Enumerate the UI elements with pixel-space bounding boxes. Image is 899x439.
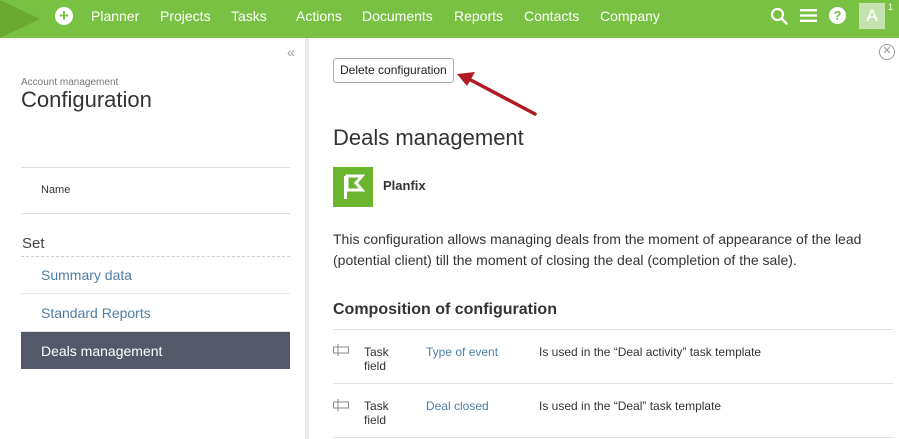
plus-icon[interactable]: +: [55, 7, 73, 25]
collapse-sidebar-icon[interactable]: «: [287, 45, 295, 59]
close-icon[interactable]: ✕: [879, 44, 895, 60]
sidebar-item-deals-management[interactable]: Deals management: [21, 332, 290, 369]
avatar[interactable]: A: [859, 3, 885, 29]
arrow-annotation-icon: [457, 72, 537, 116]
row-link-type-of-event[interactable]: Type of event: [426, 345, 498, 359]
top-navigation-bar: + Planner Projects Tasks Actions Documen…: [0, 0, 899, 38]
divider: [333, 437, 893, 438]
notification-badge: 1: [888, 2, 894, 12]
nav-projects[interactable]: Projects: [160, 7, 211, 25]
nav-documents[interactable]: Documents: [362, 7, 433, 25]
row-link-deal-closed[interactable]: Deal closed: [426, 399, 489, 413]
help-icon[interactable]: ?: [829, 7, 846, 24]
back-chevron[interactable]: [0, 0, 40, 38]
sidebar-item-summary-data[interactable]: Summary data: [21, 256, 290, 294]
nav-reports[interactable]: Reports: [454, 7, 503, 25]
delete-configuration-button[interactable]: Delete configuration: [333, 58, 454, 83]
nav-contacts[interactable]: Contacts: [524, 7, 579, 25]
nav-tasks[interactable]: Tasks: [231, 7, 267, 25]
name-column-label: Name: [41, 184, 71, 196]
divider: [21, 213, 290, 214]
row-type: Task field: [364, 399, 389, 427]
flag-icon: [344, 174, 366, 199]
vendor-name: Planfix: [383, 178, 426, 193]
field-icon: [333, 399, 349, 411]
sidebar-title: Configuration: [21, 87, 152, 112]
divider: [333, 383, 893, 384]
nav-actions[interactable]: Actions: [296, 7, 342, 25]
divider: [21, 167, 290, 168]
menu-icon[interactable]: [800, 8, 817, 23]
search-icon[interactable]: [770, 7, 788, 25]
page-title: Deals management: [333, 125, 524, 150]
field-icon: [333, 344, 349, 356]
section-title: Composition of configuration: [333, 301, 557, 318]
set-label: Set: [22, 235, 45, 252]
configuration-description: This configuration allows managing deals…: [333, 231, 862, 268]
row-type: Task field: [364, 345, 389, 373]
main-content: ✕ Delete configuration Deals management …: [313, 38, 899, 439]
row-usage: Is used in the “Deal activity” task temp…: [539, 345, 762, 359]
nav-company[interactable]: Company: [600, 7, 660, 25]
nav-planner[interactable]: Planner: [91, 7, 139, 25]
planfix-logo: [333, 167, 373, 207]
divider: [333, 329, 893, 330]
row-usage: Is used in the “Deal” task template: [539, 399, 722, 413]
sidebar-item-standard-reports[interactable]: Standard Reports: [21, 294, 290, 332]
